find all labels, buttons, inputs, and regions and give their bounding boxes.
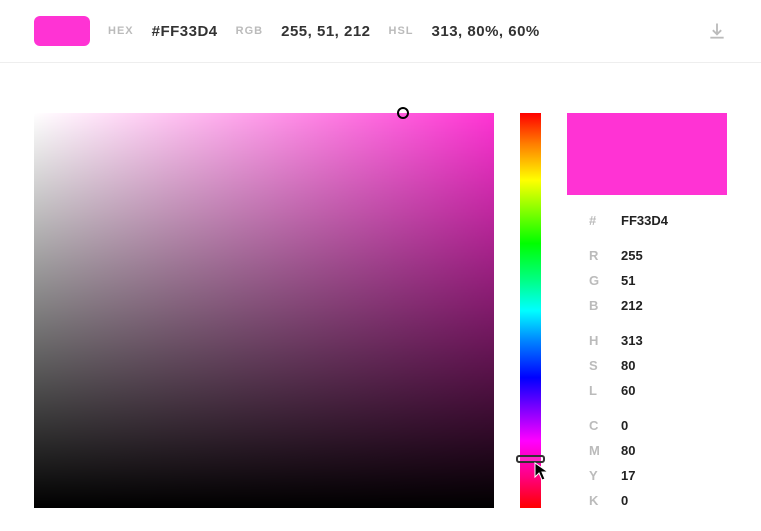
row-c: C 0 — [589, 418, 727, 433]
label-g: G — [589, 273, 601, 288]
label-c: C — [589, 418, 601, 433]
row-s: S 80 — [589, 358, 727, 373]
hex-label: HEX — [108, 25, 134, 37]
value-b: 212 — [621, 298, 643, 313]
row-b: B 212 — [589, 298, 727, 313]
label-hash: # — [589, 213, 601, 228]
value-hex: FF33D4 — [621, 213, 668, 228]
row-k: K 0 — [589, 493, 727, 508]
row-y: Y 17 — [589, 468, 727, 483]
header-swatch — [34, 16, 90, 46]
value-r: 255 — [621, 248, 643, 263]
sat-val-picker[interactable] — [34, 113, 494, 508]
label-m: M — [589, 443, 601, 458]
rgb-value: 255, 51, 212 — [281, 23, 370, 40]
value-c: 0 — [621, 418, 628, 433]
row-r: R 255 — [589, 248, 727, 263]
label-b: B — [589, 298, 601, 313]
hex-value: #FF33D4 — [152, 23, 218, 40]
label-l: L — [589, 383, 601, 398]
download-icon[interactable] — [707, 21, 727, 41]
row-l: L 60 — [589, 383, 727, 398]
info-swatch — [567, 113, 727, 195]
hsl-value: 313, 80%, 60% — [432, 23, 540, 40]
value-s: 80 — [621, 358, 635, 373]
row-hex: # FF33D4 — [589, 213, 727, 228]
color-info-panel: # FF33D4 R 255 G 51 B 212 H 313 S — [567, 113, 727, 518]
info-list: # FF33D4 R 255 G 51 B 212 H 313 S — [567, 195, 727, 508]
label-r: R — [589, 248, 601, 263]
value-m: 80 — [621, 443, 635, 458]
sat-val-cursor[interactable] — [397, 107, 409, 119]
value-y: 17 — [621, 468, 635, 483]
label-s: S — [589, 358, 601, 373]
mouse-pointer-icon — [534, 462, 550, 482]
value-k: 0 — [621, 493, 628, 508]
label-k: K — [589, 493, 601, 508]
value-l: 60 — [621, 383, 635, 398]
label-y: Y — [589, 468, 601, 483]
rgb-label: RGB — [236, 25, 263, 37]
hsl-label: HSL — [389, 25, 414, 37]
color-header: HEX #FF33D4 RGB 255, 51, 212 HSL 313, 80… — [0, 0, 761, 63]
row-h: H 313 — [589, 333, 727, 348]
label-h: H — [589, 333, 601, 348]
value-g: 51 — [621, 273, 635, 288]
sat-val-gradient — [34, 113, 494, 508]
hue-slider[interactable] — [520, 113, 541, 508]
value-h: 313 — [621, 333, 643, 348]
main-area: # FF33D4 R 255 G 51 B 212 H 313 S — [0, 63, 761, 518]
row-g: G 51 — [589, 273, 727, 288]
row-m: M 80 — [589, 443, 727, 458]
